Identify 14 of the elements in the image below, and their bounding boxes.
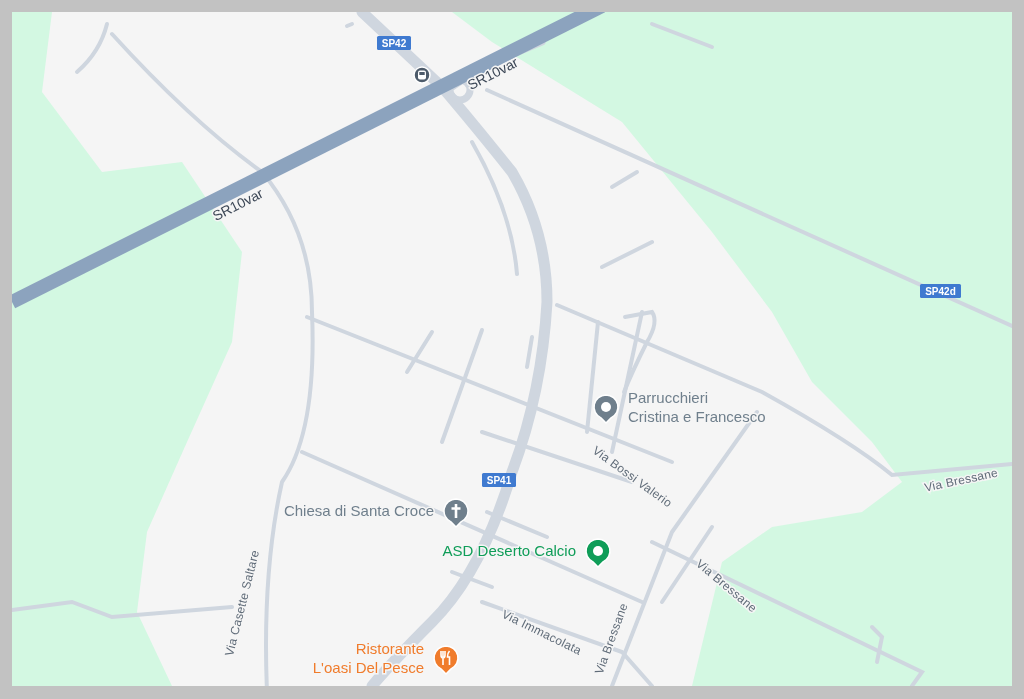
road-shield: SP42d [920,284,961,298]
road-shield: SP41 [482,473,516,487]
street-label: Via Casette Saltare [222,548,263,658]
place-label: Parrucchieri Cristina e Francesco [628,389,766,425]
map-pin-icon[interactable] [585,538,611,568]
map-pin-icon[interactable] [593,394,619,424]
road-shield: SP42 [377,36,411,50]
bus-icon[interactable] [413,66,431,84]
place-label: ASD Deserto Calcio [442,542,576,559]
street-label: Via Bressane [923,465,1000,495]
fork-knife-pin-icon[interactable] [433,645,459,675]
place-label: Ristorante L'oasi Del Pesce [312,640,424,676]
place-label: Chiesa di Santa Croce [283,502,434,519]
cross-pin-icon[interactable] [443,498,469,528]
